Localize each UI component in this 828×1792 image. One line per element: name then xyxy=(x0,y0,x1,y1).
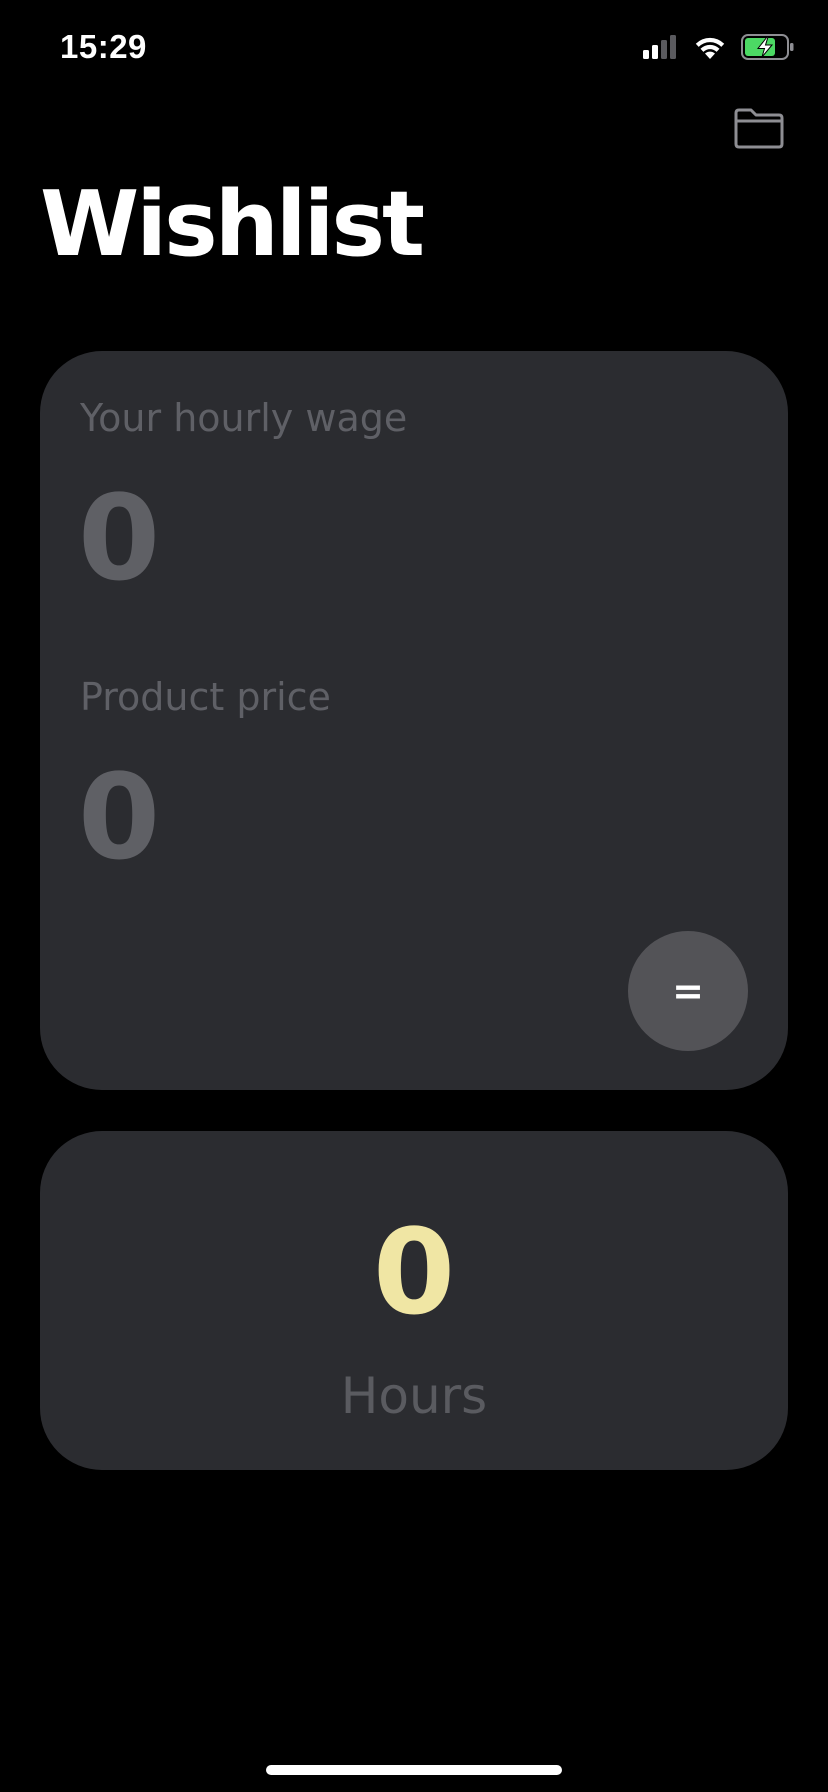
page-title: Wishlist xyxy=(40,172,425,277)
status-bar: 15:29 xyxy=(0,0,828,100)
product-price-input[interactable]: 0 xyxy=(78,758,678,876)
result-hours-value: 0 xyxy=(372,1203,456,1341)
product-price-label: Product price xyxy=(80,675,331,719)
folder-icon xyxy=(733,107,785,153)
hourly-wage-label: Your hourly wage xyxy=(80,396,408,440)
calculator-input-card: Your hourly wage 0 Product price 0 = xyxy=(40,351,788,1090)
status-time: 15:29 xyxy=(60,28,147,65)
folder-button[interactable] xyxy=(728,104,790,156)
cellular-signal-icon xyxy=(643,35,679,59)
hourly-wage-input[interactable]: 0 xyxy=(78,479,678,597)
battery-charging-icon xyxy=(741,34,795,60)
calculate-button[interactable]: = xyxy=(628,931,748,1051)
result-card: 0 Hours xyxy=(40,1131,788,1470)
wifi-icon xyxy=(693,35,727,60)
result-hours-unit: Hours xyxy=(340,1367,488,1425)
status-icons xyxy=(643,34,795,60)
equals-icon: = xyxy=(672,969,704,1013)
home-indicator[interactable] xyxy=(266,1765,562,1775)
